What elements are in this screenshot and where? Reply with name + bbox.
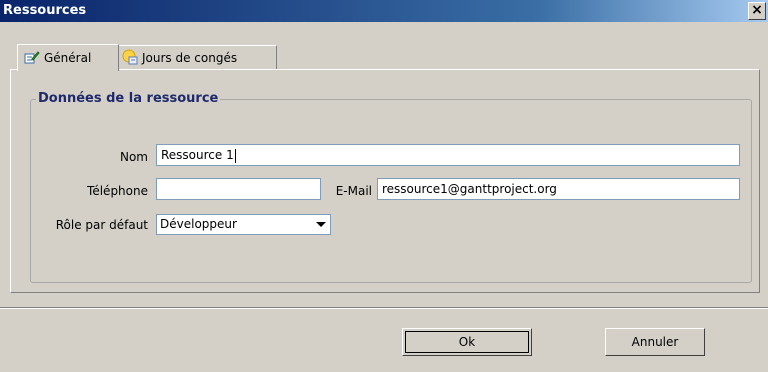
email-field[interactable]: ressource1@ganttproject.org	[377, 178, 740, 200]
cancel-button[interactable]: Annuler	[605, 328, 705, 356]
text-caret	[234, 148, 236, 163]
name-value: Ressource 1	[161, 148, 234, 162]
tab-holidays[interactable]: Jours de congés	[115, 45, 277, 70]
tab-general-label: Général	[44, 51, 92, 65]
phone-field[interactable]	[156, 178, 321, 200]
ok-button[interactable]: Ok	[402, 328, 532, 356]
phone-label: Téléphone	[87, 184, 148, 198]
calendar-icon	[122, 49, 138, 68]
edit-icon	[24, 50, 40, 67]
name-label: Nom	[119, 150, 148, 164]
title-bar: Ressources ×	[0, 0, 768, 22]
role-label: Rôle par défaut	[55, 218, 148, 232]
role-value: Développeur	[160, 217, 237, 231]
group-title: Données de la ressource	[36, 91, 221, 106]
name-field[interactable]: Ressource 1	[156, 144, 740, 166]
close-button[interactable]: ×	[748, 2, 766, 20]
divider	[0, 307, 768, 309]
role-select[interactable]: Développeur	[156, 214, 331, 235]
tab-general[interactable]: Général	[17, 44, 119, 71]
tab-holidays-label: Jours de congés	[142, 51, 238, 65]
chevron-down-icon[interactable]	[316, 222, 326, 227]
email-label: E-Mail	[335, 184, 372, 198]
window-title: Ressources	[3, 3, 87, 18]
